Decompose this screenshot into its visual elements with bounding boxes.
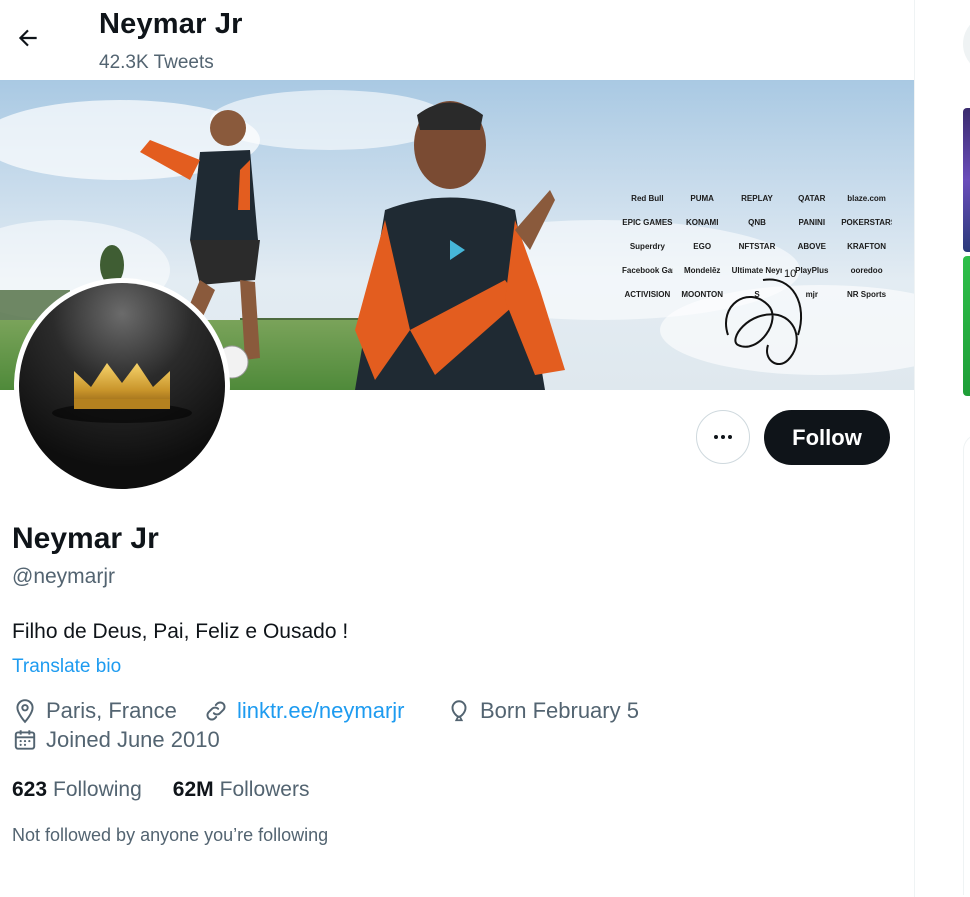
link-icon [206, 701, 226, 721]
location-pin-icon [16, 699, 34, 724]
sponsor-logo: REPLAY [741, 194, 773, 203]
signature-number: 10 [784, 268, 796, 280]
sponsor-logo: blaze.com [847, 194, 886, 203]
sponsor-logo: KONAMI [685, 218, 719, 227]
joined-item: Joined June 2010 [12, 727, 220, 753]
birthday-item: Born February 5 [446, 698, 639, 724]
sidebar-panel-fragment [963, 434, 970, 895]
profile-name: Neymar Jr [12, 522, 159, 555]
sponsor-logo: EGO [693, 242, 712, 251]
website-item: linktr.ee/neymarjr [203, 698, 405, 724]
sidebar-search-fragment[interactable] [963, 14, 970, 74]
more-dots-icon [714, 435, 732, 439]
profile-bio: Filho de Deus, Pai, Feliz e Ousado ! [12, 620, 349, 643]
sponsor-logo: ooredoo [850, 266, 883, 275]
balloon-icon [451, 700, 467, 722]
following-link[interactable]: 623 Following [12, 778, 142, 802]
location-item: Paris, France [12, 698, 177, 724]
calendar-icon [14, 730, 36, 750]
sponsor-logo: PUMA [690, 194, 714, 203]
header-tweet-count: 42.3K Tweets [99, 52, 214, 73]
arrow-left-icon [18, 29, 37, 47]
not-followed-note: Not followed by anyone you’re following [12, 825, 329, 845]
sponsor-logo: QATAR [798, 194, 826, 203]
location-text: Paris, France [46, 698, 177, 723]
sponsor-logo: EPIC GAMES [622, 218, 673, 227]
sponsor-logo: ABOVE [797, 242, 827, 251]
avatar[interactable] [14, 278, 230, 494]
signature-graphic: 10 [725, 268, 803, 365]
sidebar-media-fragment-2[interactable] [963, 256, 970, 396]
website-link[interactable]: linktr.ee/neymarjr [237, 698, 405, 724]
profile-column: Neymar Jr 42.3K Tweets Red Bull PUMA REP… [0, 0, 914, 897]
sponsor-logo: KRAFTON [847, 242, 887, 251]
birthday-text: Born February 5 [480, 698, 639, 723]
sponsor-logo: ACTIVISION [624, 290, 671, 299]
sponsor-logo: Facebook Gaming [622, 266, 673, 275]
translate-bio-link[interactable]: Translate bio [12, 656, 121, 678]
sponsor-logo: POKERSTARS [841, 218, 892, 227]
followers-count: 62M [172, 778, 214, 801]
back-button[interactable] [8, 18, 48, 58]
sponsor-logo: NFTSTAR [738, 242, 776, 251]
sponsor-logo: QNB [748, 218, 766, 227]
sponsor-logo: Superdry [629, 242, 665, 251]
crown-icon [19, 283, 225, 489]
profile-handle: @neymarjr [12, 565, 116, 588]
header-title: Neymar Jr [99, 8, 243, 40]
more-options-button[interactable] [696, 410, 750, 464]
avatar-image [19, 283, 225, 489]
joined-text: Joined June 2010 [46, 727, 220, 752]
followers-label: Followers [219, 778, 310, 801]
sponsor-logo: PANINI [798, 218, 826, 227]
sidebar-media-fragment[interactable] [963, 108, 970, 252]
followers-link[interactable]: 62M Followers [173, 778, 310, 802]
right-sidebar [915, 0, 970, 897]
following-count: 623 [12, 778, 48, 801]
player-portrait-figure [355, 101, 565, 390]
follow-stats: 623 Following 62M Followers [12, 778, 340, 802]
following-label: Following [53, 778, 142, 801]
follow-button[interactable]: Follow [764, 410, 890, 465]
sponsor-logo: Red Bull [631, 194, 664, 203]
sponsor-logo: NR Sports [847, 290, 887, 299]
